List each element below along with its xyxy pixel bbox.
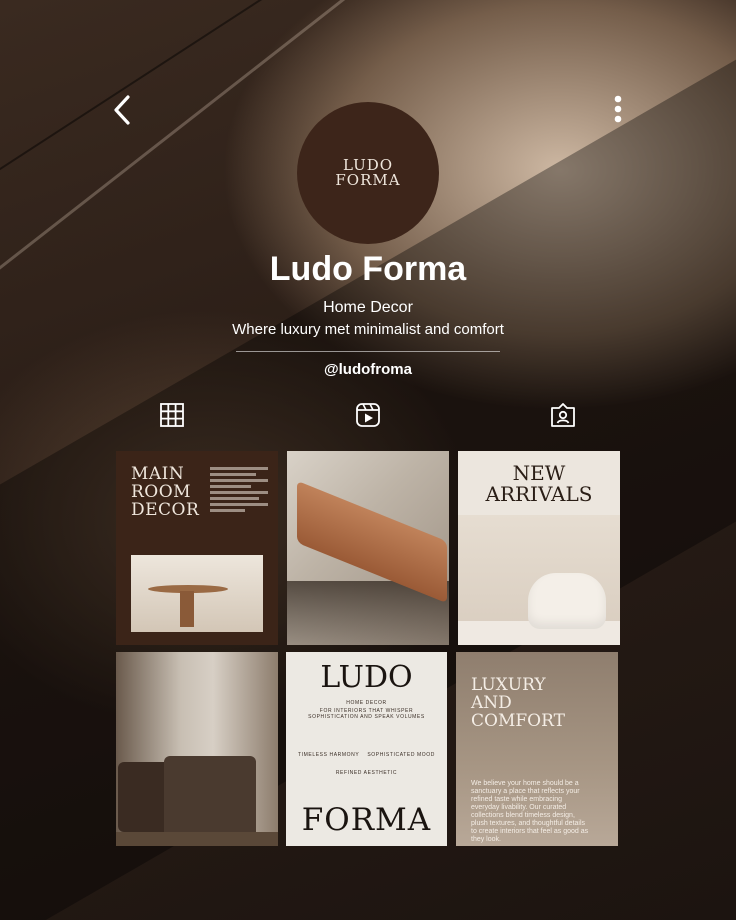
- chevron-left-icon: [114, 95, 130, 125]
- avatar-logo-line2: FORMA: [335, 171, 401, 189]
- more-options-button[interactable]: [608, 94, 628, 128]
- post-logo-bottom: FORMA: [301, 802, 432, 838]
- post-main-room-decor[interactable]: MAIN ROOM DECOR: [116, 451, 278, 645]
- back-button[interactable]: [110, 94, 138, 126]
- reels-icon: [356, 403, 380, 427]
- profile-bio: Where luxury met minimalist and comfort: [232, 321, 504, 338]
- tab-reels[interactable]: [355, 402, 381, 428]
- post-ludo-forma-brand[interactable]: LUDO HOME DECOR FOR INTERIORS THAT WHISP…: [286, 652, 447, 846]
- post-luxury-comfort[interactable]: LUXURY AND COMFORT We believe your home …: [456, 652, 618, 846]
- profile-name: Ludo Forma: [269, 250, 467, 288]
- profile-category: Home Decor: [323, 299, 413, 316]
- post-text-block: [210, 467, 268, 515]
- tagged-icon: [551, 403, 575, 427]
- post-leather-bench[interactable]: [287, 451, 449, 645]
- post-title: MAIN ROOM DECOR: [131, 464, 200, 520]
- post-title: NEW ARRIVALS: [485, 461, 593, 506]
- post-armchairs[interactable]: [116, 652, 278, 846]
- divider: [236, 351, 500, 352]
- post-title: LUXURY AND COMFORT: [471, 675, 565, 731]
- more-vertical-icon: [614, 95, 622, 123]
- profile-avatar[interactable]: LUDO FORMA: [297, 102, 439, 244]
- grid-icon: [160, 403, 184, 427]
- tab-tagged[interactable]: [550, 402, 576, 428]
- tab-grid[interactable]: [159, 402, 185, 428]
- post-body-text: We believe your home should be a sanctua…: [471, 780, 589, 843]
- profile-handle[interactable]: @ludofroma: [0, 361, 736, 378]
- post-new-arrivals[interactable]: NEW ARRIVALS: [458, 451, 620, 645]
- post-logo-top: LUDO: [320, 660, 413, 695]
- post-photo: [131, 555, 263, 632]
